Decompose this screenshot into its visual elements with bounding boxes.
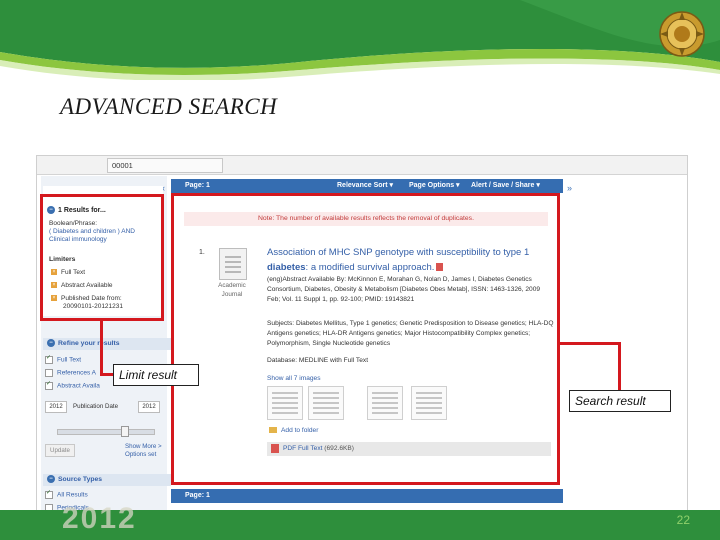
pub-date-from-input[interactable]: 2012 bbox=[45, 401, 67, 413]
slide-title: ADVANCED SEARCH bbox=[60, 94, 278, 119]
alert-save-share-menu[interactable]: Alert / Save / Share ▾ bbox=[471, 179, 540, 193]
search-connector-line bbox=[618, 342, 621, 390]
limit-highlight-box bbox=[40, 194, 164, 321]
relevance-sort-menu[interactable]: Relevance Sort ▾ bbox=[337, 179, 393, 193]
date-slider-track[interactable] bbox=[57, 429, 155, 435]
checkbox-label: Full Text bbox=[57, 356, 82, 364]
results-toolbar: Page: 1 Relevance Sort ▾ Page Options ▾ … bbox=[171, 179, 563, 193]
slide-page-number: 22 bbox=[676, 513, 690, 527]
toolbar-divider bbox=[222, 158, 223, 172]
checkbox-label: All Results bbox=[57, 491, 88, 499]
limit-connector-line bbox=[100, 321, 103, 376]
pub-date-label: Publication Date bbox=[73, 403, 119, 410]
refine-results-heading[interactable]: − Refine your results bbox=[43, 338, 171, 350]
expand-panel-icon[interactable]: » bbox=[567, 183, 572, 193]
checkbox-icon[interactable] bbox=[45, 489, 53, 499]
collapse-circle-icon[interactable]: − bbox=[47, 475, 55, 484]
year-watermark: 2012 bbox=[62, 502, 137, 535]
search-connector-line bbox=[560, 342, 620, 345]
source-types-heading[interactable]: − Source Types bbox=[43, 474, 171, 486]
checkbox-icon[interactable] bbox=[45, 354, 53, 364]
university-seal-icon bbox=[659, 11, 705, 57]
checkbox-label: Abstract Availa bbox=[57, 382, 100, 390]
update-button[interactable]: Update bbox=[45, 444, 75, 457]
collapse-circle-icon[interactable]: − bbox=[47, 339, 55, 348]
checkbox-references[interactable]: References A bbox=[45, 369, 96, 377]
date-slider-handle[interactable] bbox=[121, 426, 129, 437]
header-banner bbox=[0, 0, 720, 80]
pub-date-to-input[interactable]: 2012 bbox=[138, 401, 160, 413]
limit-result-callout: Limit result bbox=[113, 364, 199, 386]
options-set-label: Options set bbox=[125, 451, 157, 458]
source-types-label: Source Types bbox=[58, 476, 103, 483]
page-indicator: Page: 1 bbox=[185, 492, 210, 499]
checkbox-full-text[interactable]: Full Text bbox=[45, 354, 82, 364]
checkbox-icon[interactable] bbox=[45, 380, 53, 390]
results-footer-bar: Page: 1 bbox=[171, 489, 563, 503]
show-more-link[interactable]: Show More > Options set bbox=[125, 443, 162, 459]
search-result-callout: Search result bbox=[569, 390, 671, 412]
checkbox-all-results[interactable]: All Results bbox=[45, 489, 88, 499]
page-options-menu[interactable]: Page Options ▾ bbox=[409, 179, 460, 193]
limit-connector-line bbox=[100, 373, 114, 376]
show-more-label: Show More > bbox=[125, 443, 162, 450]
address-field[interactable]: 00001 bbox=[107, 158, 223, 173]
refine-label: Refine your results bbox=[58, 340, 120, 347]
checkbox-label: References A bbox=[57, 369, 97, 377]
slide: ADVANCED SEARCH 00001 « −1 Results for..… bbox=[0, 0, 720, 540]
checkbox-icon[interactable] bbox=[45, 369, 53, 377]
search-highlight-box bbox=[171, 193, 560, 485]
checkbox-abstract[interactable]: Abstract Availa bbox=[45, 380, 100, 390]
publication-date-row: 2012 Publication Date 2012 bbox=[45, 401, 165, 415]
browser-toolbar: 00001 bbox=[37, 156, 687, 175]
page-indicator: Page: 1 bbox=[185, 182, 210, 189]
